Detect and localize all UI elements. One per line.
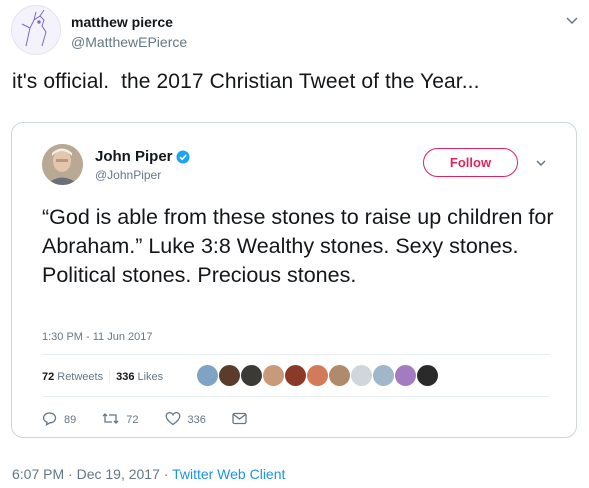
retweet-button[interactable]: 72	[102, 411, 139, 429]
quoted-timestamp[interactable]: 1:30 PM - 11 Jun 2017	[42, 331, 152, 343]
timestamp-text[interactable]: 6:07 PM · Dec 19, 2017 ·	[12, 466, 172, 482]
retweets-stat[interactable]: 72 Retweets	[42, 371, 103, 383]
like-count: 336	[187, 414, 206, 426]
liker-avatar[interactable]	[351, 365, 372, 386]
follow-button[interactable]: Follow	[423, 148, 518, 177]
engagement-stats: 72 Retweets 336 Likes	[42, 370, 163, 384]
quoted-tweet-card[interactable]: John Piper @JohnPiper Follow “God is abl…	[11, 122, 577, 438]
liker-avatar[interactable]	[263, 365, 284, 386]
liker-avatar[interactable]	[241, 365, 262, 386]
reply-button[interactable]: 89	[42, 411, 76, 429]
reply-icon	[42, 411, 64, 429]
quoted-author-name[interactable]: John Piper	[95, 148, 190, 165]
quoted-avatar[interactable]	[42, 144, 83, 185]
liker-avatar[interactable]	[395, 365, 416, 386]
likes-stat[interactable]: 336 Likes	[116, 371, 163, 383]
author-handle[interactable]: @MatthewEPierce	[71, 34, 187, 50]
retweet-icon	[102, 411, 126, 429]
retweet-count: 72	[126, 414, 139, 426]
likers-avatars	[197, 365, 439, 386]
divider	[42, 396, 550, 397]
message-button[interactable]	[232, 412, 254, 428]
divider	[42, 354, 550, 355]
liker-avatar[interactable]	[219, 365, 240, 386]
message-icon	[232, 412, 254, 428]
liker-avatar[interactable]	[197, 365, 218, 386]
verified-icon	[176, 150, 190, 164]
reply-count: 89	[64, 414, 77, 426]
liker-avatar[interactable]	[329, 365, 350, 386]
liker-avatar[interactable]	[373, 365, 394, 386]
liker-avatar[interactable]	[417, 365, 438, 386]
tweet-text: it's official. the 2017 Christian Tweet …	[12, 70, 480, 93]
action-bar: 89 72 336	[42, 411, 280, 429]
stat-separator	[109, 370, 111, 384]
author-name[interactable]: matthew pierce	[71, 14, 173, 30]
liker-avatar[interactable]	[307, 365, 328, 386]
liker-avatar[interactable]	[285, 365, 306, 386]
client-link[interactable]: Twitter Web Client	[172, 466, 285, 482]
like-button[interactable]: 336	[165, 411, 206, 429]
tweet-timestamp: 6:07 PM · Dec 19, 2017 · Twitter Web Cli…	[12, 466, 285, 482]
heart-icon	[165, 411, 188, 429]
chevron-down-icon[interactable]	[534, 156, 548, 170]
avatar[interactable]	[11, 5, 61, 55]
chevron-down-icon[interactable]	[564, 12, 580, 28]
quoted-author-name-text[interactable]: John Piper	[95, 148, 173, 165]
quoted-author-handle[interactable]: @JohnPiper	[95, 168, 161, 182]
quoted-tweet-text: “God is able from these stones to raise …	[42, 205, 554, 287]
